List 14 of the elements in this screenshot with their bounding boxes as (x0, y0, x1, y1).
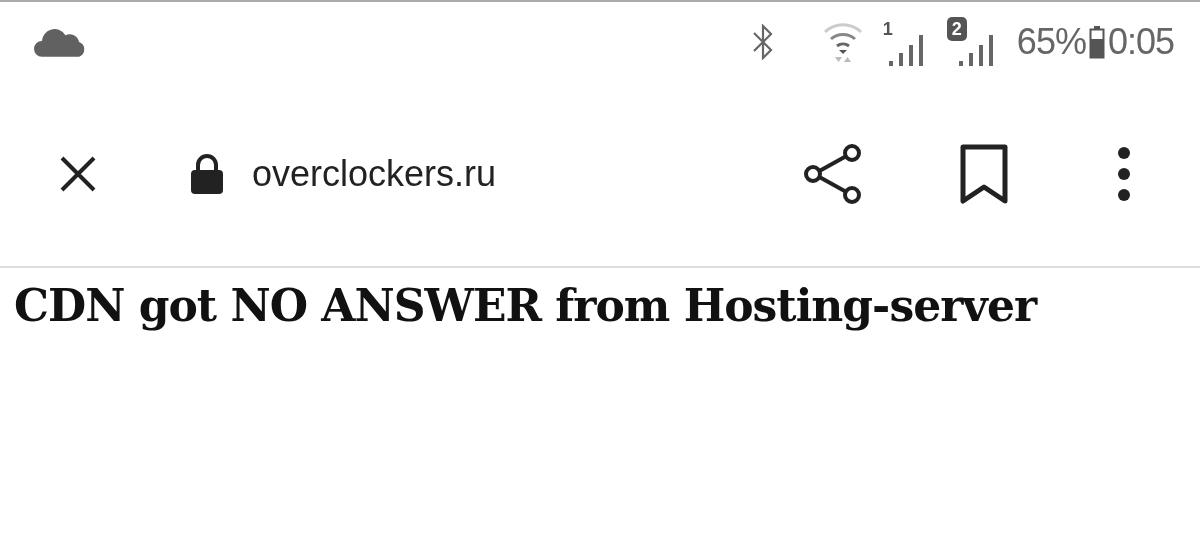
more-icon[interactable] (1116, 146, 1132, 202)
url-text[interactable]: overclockers.ru (252, 153, 497, 195)
close-icon[interactable] (58, 154, 98, 194)
share-icon[interactable] (802, 143, 864, 205)
cloud-icon (34, 27, 87, 57)
error-heading: CDN got NO ANSWER from Hosting-server (14, 280, 1039, 331)
sim-number: 1 (882, 19, 893, 40)
clock: 0:05 (1107, 21, 1174, 63)
bookmark-icon[interactable] (960, 144, 1008, 204)
battery-percent: 65% (1016, 21, 1086, 63)
battery-icon (1088, 25, 1105, 59)
lock-icon (190, 154, 224, 194)
bluetooth-icon (750, 24, 775, 60)
sim-badge: 2 (946, 17, 967, 41)
